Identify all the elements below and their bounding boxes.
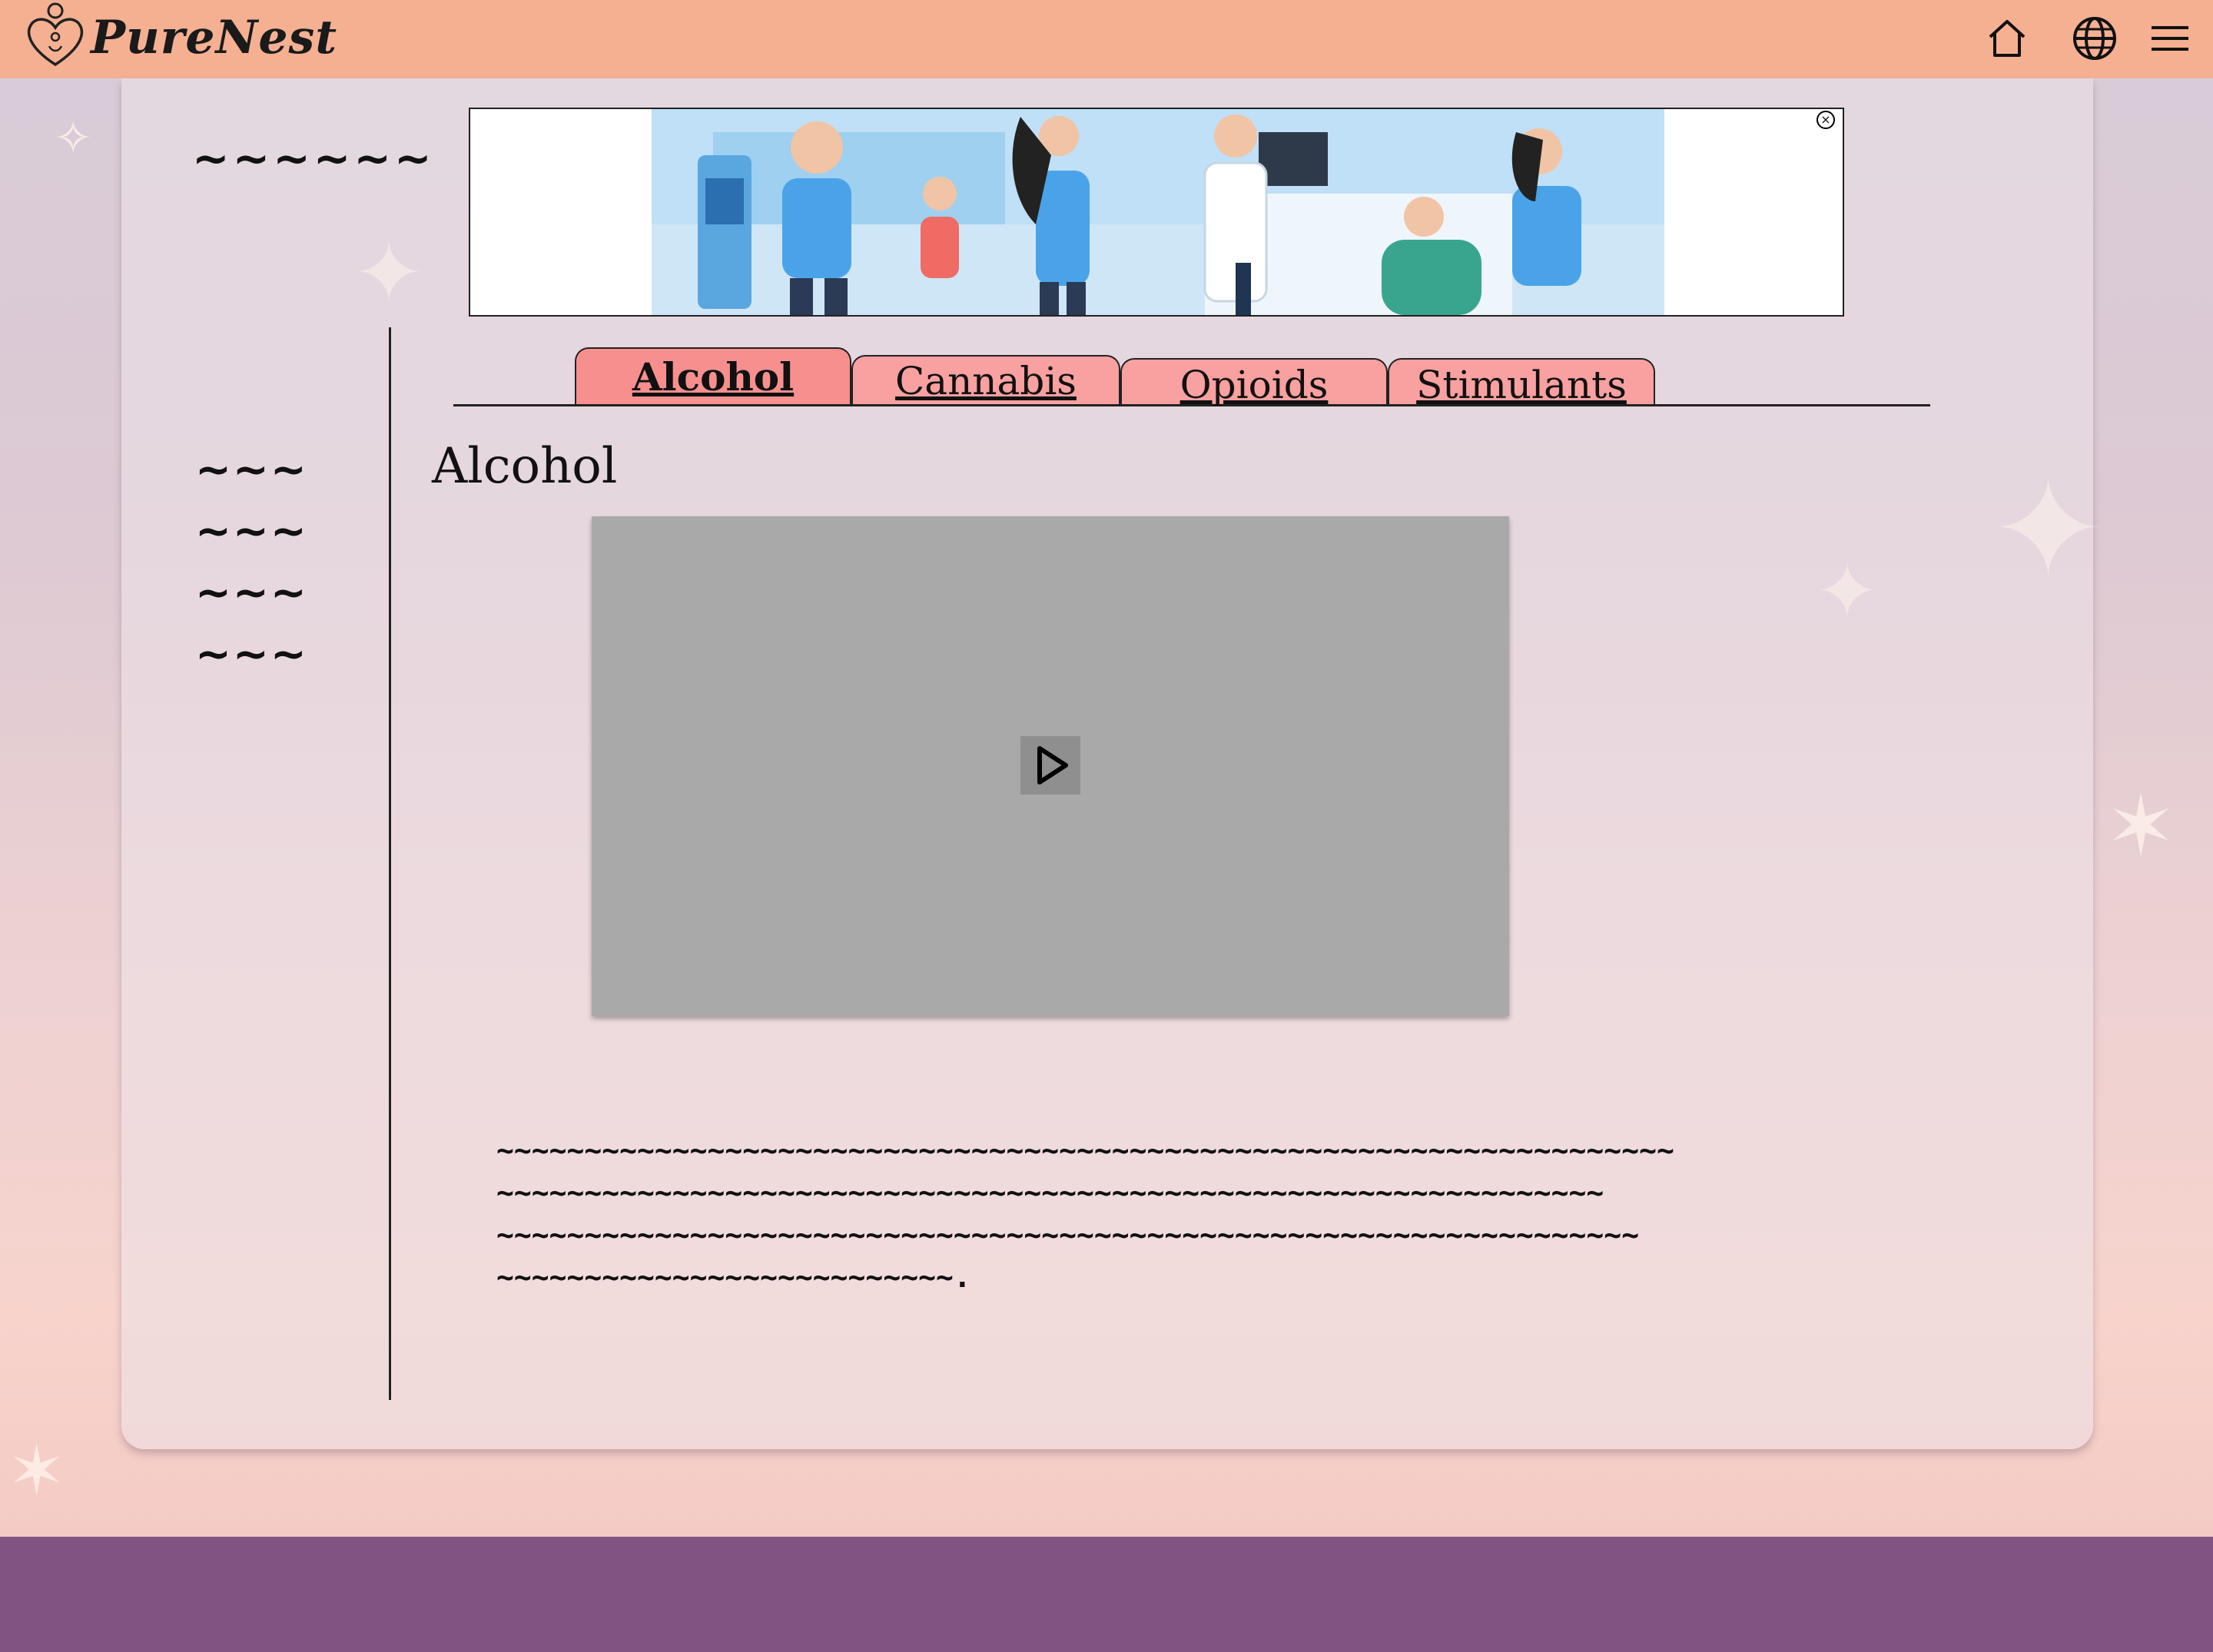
sidebar-item-1[interactable]: ~~~ xyxy=(195,440,308,501)
sparkle-icon: ✶ xyxy=(8,1431,66,1511)
sidebar-title: ~~~~~~ xyxy=(192,132,435,184)
footer xyxy=(0,1537,2213,1652)
tab-stimulants[interactable]: Stimulants xyxy=(1388,358,1655,407)
ad-banner[interactable]: × xyxy=(469,108,1844,317)
section-description: ~~~~~~~~~~~~~~~~~~~~~~~~~~~~~~~~~~~~~~~~… xyxy=(496,1133,1674,1294)
clinic-illustration xyxy=(652,109,1664,315)
sparkle-icon: ✧ xyxy=(54,111,93,165)
top-header: PureNest xyxy=(0,0,2213,78)
sidebar-divider xyxy=(389,327,391,1400)
section-title: Alcohol xyxy=(432,438,618,495)
sidebar-item-3[interactable]: ~~~ xyxy=(195,562,308,624)
video-player[interactable] xyxy=(592,516,1509,1016)
play-icon xyxy=(1037,746,1068,785)
logo-icon xyxy=(28,2,83,67)
sidebar-item-2[interactable]: ~~~ xyxy=(195,501,308,562)
play-button[interactable] xyxy=(1020,736,1080,794)
sparkle-icon: ✶ xyxy=(2105,777,2177,875)
brand-name: PureNest xyxy=(91,11,338,65)
sidebar-item-4[interactable]: ~~~ xyxy=(195,624,308,685)
home-icon[interactable] xyxy=(1982,14,2032,63)
main-card: ~~~~~~ × ~~~ ~~~ ~~~ ~~~ Alcohol Cannabi… xyxy=(121,78,2093,1449)
substance-tabs: Alcohol Cannabis Opioids Stimulants xyxy=(453,343,1930,407)
menu-icon[interactable] xyxy=(2145,14,2195,63)
tab-cannabis[interactable]: Cannabis xyxy=(851,355,1120,404)
tab-alcohol[interactable]: Alcohol xyxy=(575,347,851,404)
sidebar-nav: ~~~ ~~~ ~~~ ~~~ xyxy=(195,440,308,685)
tab-opioids[interactable]: Opioids xyxy=(1120,358,1388,407)
globe-icon[interactable] xyxy=(2070,14,2119,63)
ad-close-button[interactable]: × xyxy=(1817,111,1835,129)
